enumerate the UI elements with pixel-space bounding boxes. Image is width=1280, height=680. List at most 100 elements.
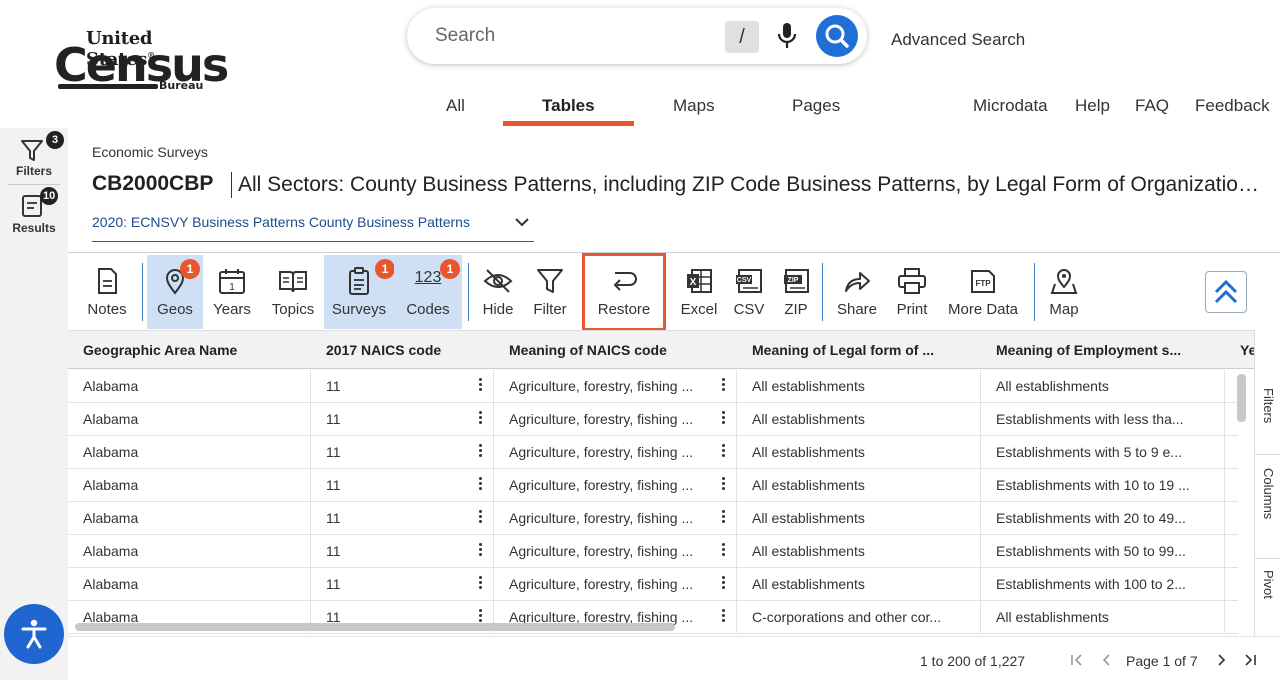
rail-filters-button[interactable]: 3 Filters (0, 131, 68, 184)
toolbar-divider (1034, 263, 1035, 321)
tab-pages[interactable]: Pages (792, 96, 840, 116)
map-label: Map (1049, 301, 1079, 318)
cell-divider (736, 601, 737, 634)
cell-menu-icon[interactable] (720, 376, 726, 396)
help-link[interactable]: Help (1075, 96, 1110, 116)
census-logo[interactable]: United States® Census Bureau (54, 28, 229, 98)
cell-menu-icon[interactable] (720, 541, 726, 561)
left-rail: 3 Filters 10 Results (0, 128, 68, 680)
column-header-geo-name[interactable]: Geographic Area Name (83, 342, 303, 358)
accessibility-button[interactable] (4, 604, 64, 664)
cell-menu-icon[interactable] (477, 376, 483, 396)
cell-divider (310, 370, 311, 403)
next-page-icon[interactable] (1212, 651, 1230, 669)
table-row[interactable]: Alabama 11 Agriculture, forestry, fishing … (68, 535, 1238, 568)
logo-line3: Bureau (159, 79, 204, 92)
column-header-legal-form[interactable]: Meaning of Legal form of ... (752, 342, 972, 358)
table-cell: Agriculture, forestry, fishing ... (509, 477, 694, 493)
table-cell: Establishments with 10 to 19 ... (996, 477, 1190, 493)
cell-divider (736, 403, 737, 436)
search-button[interactable] (816, 15, 858, 57)
cell-menu-icon[interactable] (477, 409, 483, 429)
table-cell: Establishments with 20 to 49... (996, 510, 1186, 526)
last-page-icon[interactable] (1241, 651, 1259, 669)
dataset-dropdown[interactable]: 2020: ECNSVY Business Patterns County Bu… (92, 210, 534, 242)
tab-tables[interactable]: Tables (542, 96, 595, 116)
cell-menu-icon[interactable] (477, 574, 483, 594)
table-row[interactable]: Alabama 11 Agriculture, forestry, fishing … (68, 469, 1238, 502)
feedback-link[interactable]: Feedback (1195, 96, 1270, 116)
rail-divider (8, 184, 60, 185)
csv-button[interactable]: CSV CSV (726, 255, 772, 329)
notes-button[interactable]: Notes (78, 255, 136, 329)
page-indicator: Page 1 of 7 (1126, 653, 1198, 669)
share-button[interactable]: Share (830, 255, 884, 329)
cell-menu-icon[interactable] (720, 475, 726, 495)
filters-count-badge: 3 (46, 131, 64, 149)
microdata-link[interactable]: Microdata (973, 96, 1048, 116)
table-cell: Agriculture, forestry, fishing ... (509, 411, 694, 427)
table-cell: Alabama (83, 543, 139, 559)
cell-menu-icon[interactable] (720, 574, 726, 594)
cell-menu-icon[interactable] (720, 508, 726, 528)
cell-menu-icon[interactable] (477, 541, 483, 561)
microphone-icon[interactable] (775, 22, 799, 50)
table-row[interactable]: Alabama 11 Agriculture, forestry, fishing … (68, 403, 1238, 436)
side-tab-pivot-label: Pivot (1261, 570, 1276, 599)
table-row[interactable]: Alabama 11 Agriculture, forestry, fishing … (68, 502, 1238, 535)
table-row[interactable]: Alabama 11 Agriculture, forestry, fishing … (68, 568, 1238, 601)
topics-button[interactable]: Topics (262, 255, 324, 329)
column-header-naics-code[interactable]: 2017 NAICS code (326, 342, 486, 358)
column-header-naics-meaning[interactable]: Meaning of NAICS code (509, 342, 729, 358)
horizontal-scrollbar[interactable] (75, 623, 675, 631)
table-cell: Establishments with 100 to 2... (996, 576, 1186, 592)
table-row[interactable]: Alabama 11 Agriculture, forestry, fishing … (68, 370, 1238, 403)
search-input[interactable] (435, 22, 715, 50)
tab-all[interactable]: All (446, 96, 465, 116)
table-cell: All establishments (996, 609, 1109, 625)
map-button[interactable]: Map (1040, 255, 1088, 329)
side-tab-filters[interactable]: Filters (1255, 388, 1280, 454)
table-cell: 11 (326, 378, 341, 394)
rail-results-label: Results (12, 221, 56, 235)
census-table-page: United States® Census Bureau / Advanced … (0, 0, 1280, 680)
table-cell: Alabama (83, 510, 139, 526)
surveys-button[interactable]: 1 Surveys (324, 255, 395, 329)
cell-menu-icon[interactable] (720, 607, 726, 627)
excel-button[interactable]: X Excel (674, 255, 724, 329)
cell-menu-icon[interactable] (477, 508, 483, 528)
geos-button[interactable]: 1 Geos (147, 255, 203, 329)
cell-menu-icon[interactable] (477, 475, 483, 495)
vertical-scrollbar[interactable] (1237, 374, 1246, 422)
cell-divider (980, 568, 981, 601)
print-button[interactable]: Print (886, 255, 938, 329)
table-cell: Establishments with less tha... (996, 411, 1184, 427)
column-header-employment-size[interactable]: Meaning of Employment s... (996, 342, 1216, 358)
faq-link[interactable]: FAQ (1135, 96, 1169, 116)
clipboard-icon (349, 267, 369, 295)
table-row[interactable]: Alabama 11 Agriculture, forestry, fishing … (68, 436, 1238, 469)
hide-button[interactable]: Hide (474, 255, 522, 329)
more-data-button[interactable]: FTP More Data (942, 255, 1024, 329)
years-button[interactable]: 1 Years (206, 255, 258, 329)
cell-divider (1224, 469, 1225, 502)
cell-menu-icon[interactable] (720, 442, 726, 462)
filter-button[interactable]: Filter (526, 255, 574, 329)
column-header-year[interactable]: Ye (1240, 342, 1254, 358)
zip-button[interactable]: ZIP ZIP (774, 255, 818, 329)
collapse-header-button[interactable] (1205, 271, 1247, 313)
side-tab-pivot[interactable]: Pivot (1255, 570, 1280, 630)
tab-maps[interactable]: Maps (673, 96, 715, 116)
table-cell: 11 (326, 444, 341, 460)
first-page-icon[interactable] (1068, 651, 1086, 669)
previous-page-icon[interactable] (1098, 651, 1116, 669)
rail-results-button[interactable]: 10 Results (0, 187, 68, 240)
cell-menu-icon[interactable] (477, 442, 483, 462)
advanced-search-link[interactable]: Advanced Search (891, 30, 1025, 50)
breadcrumb[interactable]: Economic Surveys (92, 144, 208, 160)
cell-menu-icon[interactable] (720, 409, 726, 429)
side-tab-columns[interactable]: Columns (1255, 468, 1280, 558)
codes-button[interactable]: 123 1 Codes (394, 255, 462, 329)
accessibility-icon (21, 619, 47, 649)
side-tab-divider (1255, 558, 1280, 559)
